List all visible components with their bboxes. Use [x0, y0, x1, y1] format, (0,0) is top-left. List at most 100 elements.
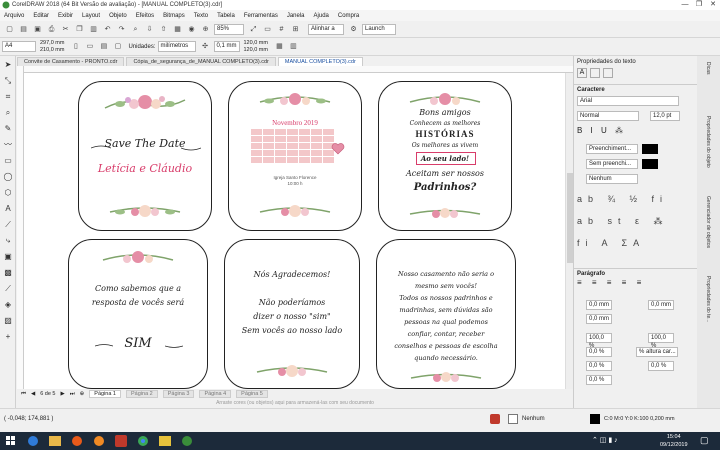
page-tab-4[interactable]: Página 4 [199, 390, 232, 398]
rectangle-tool-icon[interactable]: ▭ [3, 156, 13, 166]
open-folder-icon[interactable]: ▤ [18, 24, 29, 35]
left-indent-field[interactable]: 0,0 mm [586, 300, 612, 310]
char-spacing-field[interactable]: 0,0 % [586, 361, 612, 371]
landscape-icon[interactable]: ▭ [84, 41, 95, 52]
drop-shadow-icon[interactable]: ▣ [3, 252, 13, 262]
clock[interactable]: 15:04 09/12/2019 [660, 433, 688, 449]
all-pages-icon[interactable]: ▤ [98, 41, 109, 52]
frame-tab-icon[interactable] [603, 68, 613, 78]
app-icon-red[interactable] [110, 432, 132, 450]
full-screen-icon[interactable]: ⤢ [248, 24, 259, 35]
menu-tabela[interactable]: Tabela [217, 13, 235, 19]
menu-arquivo[interactable]: Arquivo [4, 13, 24, 19]
maximize-button[interactable]: ❐ [692, 0, 706, 10]
first-line-indent-field[interactable]: 0,0 mm [586, 314, 612, 324]
docker-tab-object-manager[interactable]: Gerenciador de objetos [701, 196, 711, 248]
card-godparents-message[interactable]: Nosso casamento não seria o mesmo sem vo… [376, 239, 516, 389]
nudge-distance-field[interactable]: 0,1 mm [213, 41, 240, 52]
vertical-ruler[interactable] [17, 66, 24, 389]
spacing-units-select[interactable]: % altura car... [636, 347, 678, 357]
page-tab-1[interactable]: Página 1 [89, 390, 121, 398]
new-document-icon[interactable]: ▢ [4, 24, 15, 35]
page-height-field[interactable]: 210,0 mm [40, 47, 64, 54]
import-icon[interactable]: ⇩ [144, 24, 155, 35]
duplicate-x-field[interactable]: 120,0 mm [244, 40, 268, 47]
card-godparents-question[interactable]: Bons amigos Conhecem as melhores HISTÓRI… [378, 81, 512, 231]
current-page-icon[interactable]: ▢ [112, 41, 123, 52]
parallel-dimension-icon[interactable]: ⟋ [3, 220, 13, 230]
crop-tool-icon[interactable]: ⌗ [3, 92, 13, 102]
opentype-features-icons[interactable]: ab ¾ ½ fi [577, 194, 677, 204]
card-how-we-know[interactable]: Como sabemos que a resposta de vocês ser… [68, 239, 208, 389]
file-explorer-icon[interactable] [44, 432, 66, 450]
rulers-icon[interactable]: ▭ [262, 24, 273, 35]
text-format-row[interactable]: B I U ⁂ [577, 126, 626, 135]
page-width-field[interactable]: 297,0 mm [40, 40, 64, 47]
windows-start-icon[interactable] [0, 432, 22, 450]
character-section-header[interactable]: Caractere [574, 84, 697, 95]
chrome-icon[interactable] [132, 432, 154, 450]
zoom-tool-icon[interactable]: ⌕ [3, 108, 13, 118]
corel-connect-icon[interactable]: ◉ [186, 24, 197, 35]
cut-icon[interactable]: ✂ [60, 24, 71, 35]
before-spacing-field[interactable]: 100,0 % [586, 333, 612, 349]
zoom-level-select[interactable]: 85% [214, 23, 244, 35]
guides-icon[interactable]: ⊞ [290, 24, 301, 35]
search-content-icon[interactable]: ⌕ [130, 24, 141, 35]
polygon-tool-icon[interactable]: ⬡ [3, 188, 13, 198]
menu-bitmaps[interactable]: Bitmaps [163, 13, 185, 19]
options-gear-icon[interactable]: ⚙ [348, 24, 359, 35]
undo-icon[interactable]: ↶ [102, 24, 113, 35]
doc-tab-convite[interactable]: Convite de Casamento - PRONTO.cdr [17, 57, 125, 66]
ellipse-tool-icon[interactable]: ◯ [3, 172, 13, 182]
tray-icons[interactable]: ⌃ ◫ ▮ ♪ [592, 436, 618, 444]
card-thanks[interactable]: Nós Agradecemos! Não poderíamos dizer o … [224, 239, 360, 389]
page-layout-icon[interactable]: ▥ [288, 41, 299, 52]
save-icon[interactable]: ▣ [32, 24, 43, 35]
card-calendar[interactable]: Novembro 2019 Igreja Santo Florence 10:0… [228, 81, 362, 231]
right-indent-field[interactable]: 0,0 mm [648, 300, 674, 310]
docker-tab-tips[interactable]: Dicas [701, 62, 711, 75]
menu-compra[interactable]: Compra [338, 13, 359, 19]
prev-page-icon[interactable]: ◀ [31, 391, 35, 397]
alignment-icons[interactable]: ≡ ≡ ≡ ≡ ≡ [577, 278, 645, 287]
char-tab-icon[interactable]: A [577, 68, 587, 78]
menu-ajuda[interactable]: Ajuda [314, 13, 329, 19]
export-icon[interactable]: ⇧ [158, 24, 169, 35]
photos-icon[interactable] [154, 432, 176, 450]
publish-pdf-icon[interactable]: ▦ [172, 24, 183, 35]
drawing-canvas[interactable]: Save The Date Letícia e Cláudio Novembro… [24, 73, 565, 389]
add-tool-icon[interactable]: + [3, 332, 13, 342]
menu-editar[interactable]: Editar [33, 13, 49, 19]
outline-select[interactable]: Nenhum [586, 174, 638, 184]
opentype-features-icons-2[interactable]: ab st ε ⁂ [577, 216, 677, 227]
snap-to-dropdown[interactable]: Alinhar a [308, 23, 344, 35]
notifications-icon[interactable]: ▢ [700, 435, 709, 446]
fill-type-select[interactable]: Preenchiment... [586, 144, 638, 154]
media-player-icon[interactable] [66, 432, 88, 450]
card-save-the-date[interactable]: Save The Date Letícia e Cláudio [78, 81, 212, 231]
minimize-button[interactable]: — [678, 0, 692, 10]
pick-tool-icon[interactable]: ➤ [3, 60, 13, 70]
font-style-select[interactable]: Normal [577, 111, 639, 121]
zoom-icon[interactable]: ⊕ [200, 24, 211, 35]
interactive-fill-icon[interactable]: ◈ [3, 300, 13, 310]
menu-objeto[interactable]: Objeto [109, 13, 127, 19]
redo-icon[interactable]: ↷ [116, 24, 127, 35]
background-color-swatch[interactable] [642, 159, 658, 169]
fill-color-swatch[interactable] [642, 144, 658, 154]
artistic-media-icon[interactable]: 〰 [3, 140, 13, 150]
menu-efeitos[interactable]: Efeitos [136, 13, 154, 19]
shape-tool-icon[interactable]: ⤡ [3, 76, 13, 86]
para-tab-icon[interactable] [590, 68, 600, 78]
copy-icon[interactable]: ❐ [74, 24, 85, 35]
coreldraw-taskbar-icon[interactable] [176, 432, 198, 450]
last-page-icon[interactable]: ⏭ [70, 391, 75, 398]
smart-fill-icon[interactable]: ▨ [3, 316, 13, 326]
opentype-features-icons-3[interactable]: fi A ΣA [577, 238, 677, 248]
close-button[interactable]: ✕ [706, 0, 720, 10]
duplicate-y-field[interactable]: 120,0 mm [244, 47, 268, 54]
language-spacing-field[interactable]: 0,0 % [586, 375, 612, 385]
font-size-field[interactable]: 12,0 pt [650, 111, 680, 121]
grid-icon[interactable]: # [276, 24, 287, 35]
